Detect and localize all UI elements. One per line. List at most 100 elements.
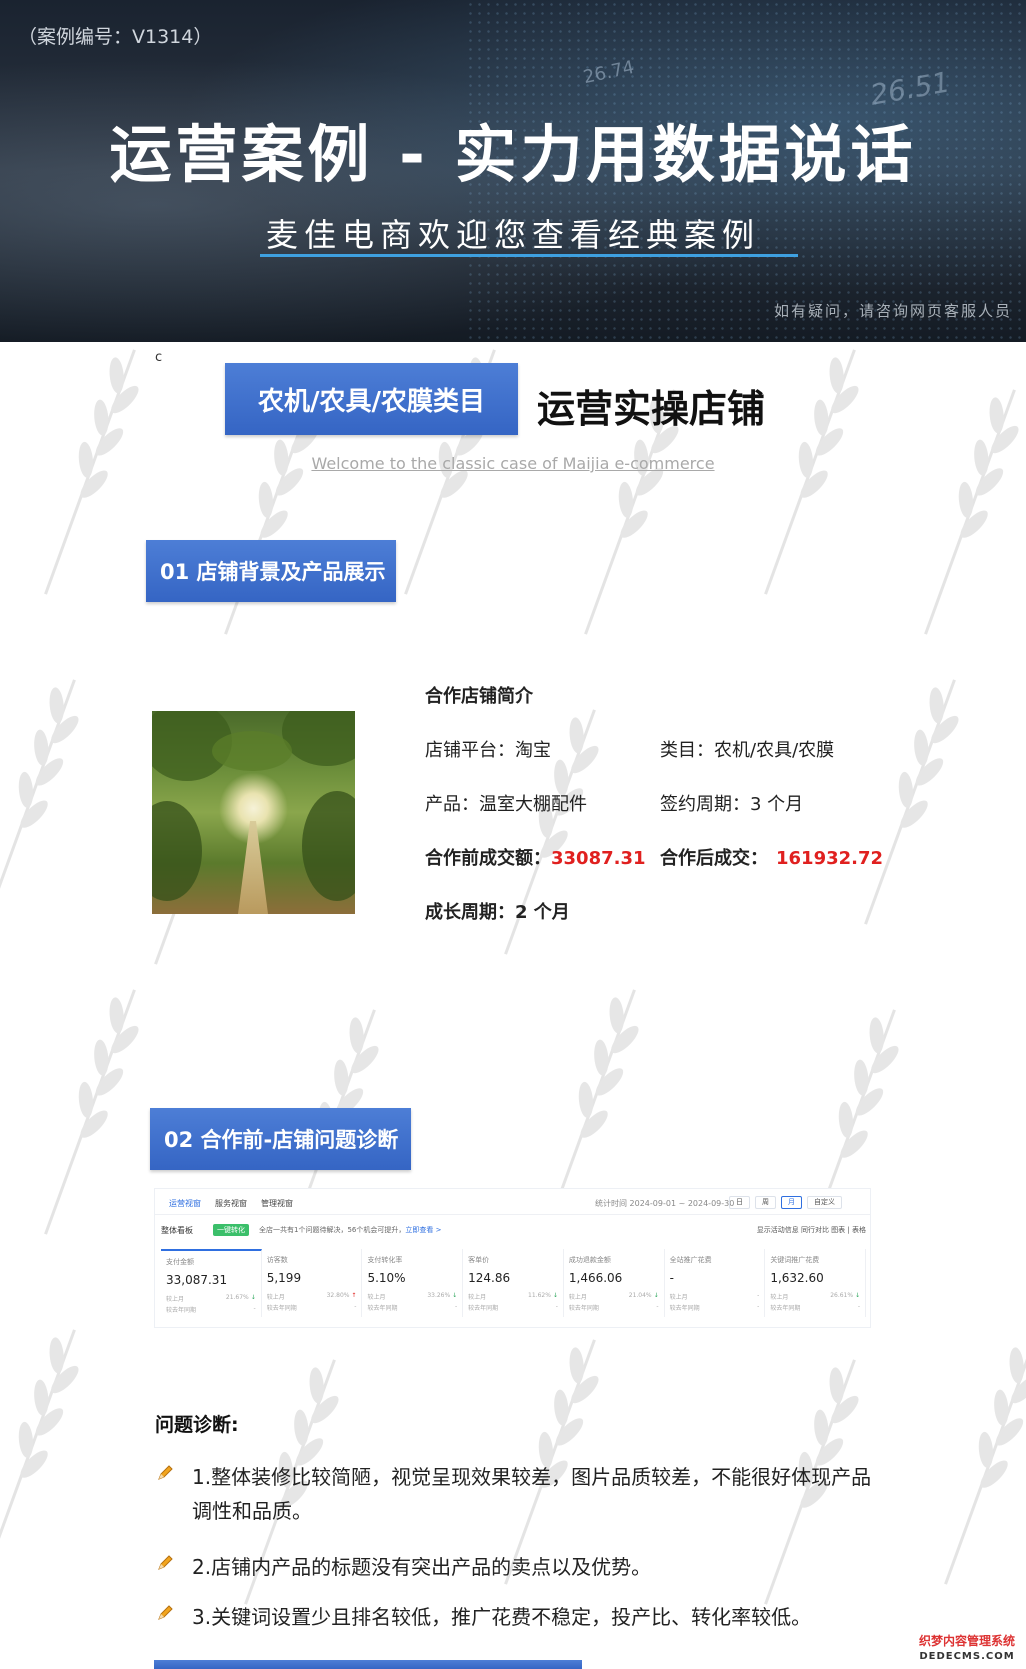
metric-card[interactable]: 关键词推广花费 1,632.60 较上月 26.61% ↓ 较去年同期 - — [765, 1249, 867, 1317]
metric-compare-yoy: 较去年同期 - — [367, 1303, 458, 1312]
metric-value: 124.86 — [468, 1271, 511, 1285]
dashboard-screenshot: 运营视窗 服务视窗 管理视窗 统计时间 2024-09-01 ~ 2024-09… — [154, 1188, 871, 1328]
compare-value: - — [757, 1292, 760, 1299]
compare-value: 33.26% ↓ — [427, 1292, 458, 1299]
corner-logo: 织梦内容管理系统 DEDECMS.COM — [908, 1634, 1026, 1666]
issue-item: 3.关键词设置少且排名较低，推广花费不稳定，投产比、转化率较低。 — [156, 1600, 882, 1634]
metric-compare: 较上月 11.62% ↓ — [468, 1292, 558, 1301]
after-value: 161932.72 — [776, 848, 884, 869]
stat-period: 统计时间 2024-09-01 ~ 2024-09-30 — [595, 1199, 735, 1208]
metric-label: 关键词推广花费 — [770, 1256, 820, 1264]
compare-label: 较去年同期 — [166, 1307, 197, 1314]
compare-value: 21.67% ↓ — [225, 1294, 256, 1301]
board-label: 整体看板 — [161, 1226, 193, 1235]
dashboard-topbar: 运营视窗 服务视窗 管理视窗 统计时间 2024-09-01 ~ 2024-09… — [155, 1189, 870, 1215]
metric-label: 客单价 — [468, 1256, 490, 1264]
convert-badge[interactable]: 一键转化 — [213, 1224, 249, 1236]
metric-label: 访客数 — [266, 1256, 288, 1264]
compare-label: 较上月 — [468, 1294, 487, 1301]
diagnosis-title: 问题诊断: — [155, 1414, 239, 1436]
pencil-icon — [158, 1605, 173, 1620]
hero-banner: 26.74 26.51 （案例编号：V1314） 运营案例 - 实力用数据说话 … — [0, 0, 1026, 342]
metric-card[interactable]: 成功退款金额 1,466.06 较上月 21.04% ↓ 较去年同期 - — [564, 1249, 665, 1317]
compare-label: 较去年同期 — [367, 1305, 398, 1312]
compare-label: 较上月 — [669, 1294, 688, 1301]
info-category: 类目：农机/农具/农膜 — [660, 740, 835, 761]
compare-label: 较去年同期 — [568, 1305, 599, 1312]
metric-compare-yoy: 较去年同期 - — [468, 1303, 558, 1312]
notice-body: 全店一共有1个问题待解决，56个机会可提升， — [259, 1226, 406, 1234]
pill-custom[interactable]: 自定义 — [807, 1196, 842, 1209]
issue-item: 2.店铺内产品的标题没有突出产品的卖点以及优势。 — [156, 1550, 882, 1584]
issue-text: 2.店铺内产品的标题没有突出产品的卖点以及优势。 — [192, 1555, 652, 1579]
compare-value: 21.04% ↓ — [628, 1292, 659, 1299]
metric-compare: 较上月 - — [670, 1292, 760, 1301]
metric-value: 33,087.31 — [166, 1273, 228, 1287]
product-photo — [152, 711, 355, 914]
logo-line-1: 织梦内容管理系统 — [918, 1634, 1015, 1648]
metric-card[interactable]: 访客数 5,199 较上月 32.80% ↑ 较去年同期 - — [262, 1249, 363, 1317]
welcome-line: Welcome to the classic case of Maijia e-… — [311, 454, 715, 473]
metric-value: 5.10% — [367, 1271, 406, 1285]
metric-card[interactable]: 支付转化率 5.10% 较上月 33.26% ↓ 较去年同期 - — [362, 1249, 464, 1317]
compare-label: 较去年同期 — [468, 1305, 499, 1312]
tab-service[interactable]: 服务视窗 — [215, 1198, 247, 1209]
before-label: 合作前成交额： — [425, 848, 551, 869]
before-value: 33087.31 — [551, 848, 646, 869]
compare-label: 较去年同期 — [266, 1305, 297, 1312]
logo-line-2: DEDECMS.COM — [919, 1651, 1015, 1662]
metric-card[interactable]: 客单价 124.86 较上月 11.62% ↓ 较去年同期 - — [463, 1249, 564, 1317]
compare-value: 26.61% ↓ — [830, 1292, 861, 1299]
metric-compare-yoy: 较去年同期 - — [166, 1305, 256, 1314]
metric-label: 成功退款金额 — [568, 1256, 611, 1264]
stray-char: c — [155, 350, 163, 365]
metric-compare: 较上月 21.04% ↓ — [569, 1292, 659, 1301]
info-title: 合作店铺简介 — [425, 686, 533, 707]
notice-link[interactable]: 立即查看 > — [405, 1226, 441, 1234]
pill-week[interactable]: 周 — [755, 1196, 776, 1209]
issue-item: 1.整体装修比较简陋，视觉呈现效果较差，图片品质较差，不能很好体现产品调性和品质… — [156, 1460, 882, 1528]
contact-note: 如有疑问，请咨询网页客服人员 — [773, 302, 1012, 320]
info-before: 合作前成交额：33087.31 — [425, 844, 646, 870]
compare-label: 较上月 — [266, 1294, 285, 1301]
metric-compare-yoy: 较去年同期 - — [568, 1303, 659, 1312]
issue-text: 1.整体装修比较简陋，视觉呈现效果较差，图片品质较差，不能很好体现产品调性和品质… — [192, 1465, 872, 1523]
compare-label: 较上月 — [166, 1296, 185, 1303]
case-number: （案例编号：V1314） — [18, 26, 213, 48]
notice-text: 全店一共有1个问题待解决，56个机会可提升，立即查看 > — [259, 1225, 441, 1235]
metric-label: 支付金额 — [166, 1258, 194, 1266]
banner-title: 运营案例 - 实力用数据说话 — [109, 118, 917, 191]
tab-manage[interactable]: 管理视窗 — [261, 1198, 293, 1209]
subtitle-underline — [260, 254, 798, 257]
next-section-bar — [154, 1660, 582, 1669]
metric-value: 5,199 — [266, 1271, 302, 1285]
metric-card[interactable]: 支付金额 33,087.31 较上月 21.67% ↓ 较去年同期 - — [161, 1249, 262, 1317]
compare-value: 32.80% ↑ — [326, 1292, 357, 1299]
metric-compare-yoy: 较去年同期 - — [669, 1303, 760, 1312]
metric-label: 全站推广花费 — [669, 1256, 712, 1264]
category-box: 农机/农具/农膜类目 — [225, 363, 518, 435]
compare-value: 11.62% ↓ — [528, 1292, 558, 1299]
compare-label: 较去年同期 — [770, 1305, 801, 1312]
issue-text: 3.关键词设置少且排名较低，推广花费不稳定，投产比、转化率较低。 — [192, 1605, 812, 1629]
metric-compare: 较上月 33.26% ↓ — [367, 1292, 457, 1301]
tab-ops[interactable]: 运营视窗 — [169, 1198, 201, 1209]
metric-card[interactable]: 全站推广花费 - 较上月 - 较去年同期 - — [665, 1249, 766, 1317]
compare-label: 较去年同期 — [669, 1305, 700, 1312]
metric-compare-yoy: 较去年同期 - — [266, 1303, 357, 1312]
dashboard-row: 整体看板 一键转化 全店一共有1个问题待解决，56个机会可提升，立即查看 > 显… — [155, 1224, 870, 1241]
metric-compare: 较上月 21.67% ↓ — [166, 1294, 256, 1303]
compare-label: 较上月 — [367, 1294, 386, 1301]
info-growth: 成长周期：2 个月 — [425, 902, 570, 923]
category-heading: 运营实操店铺 — [537, 387, 766, 431]
pill-day[interactable]: 日 — [729, 1196, 750, 1209]
section-2-title: 02 合作前-店铺问题诊断 — [150, 1108, 411, 1170]
info-product: 产品：温室大棚配件 — [425, 794, 587, 815]
compare-label: 较上月 — [568, 1294, 587, 1301]
view-options[interactable]: 显示活动信息 同行对比 图表 | 表格 — [757, 1225, 866, 1235]
metric-label: 支付转化率 — [367, 1256, 403, 1264]
metric-value: - — [669, 1271, 674, 1285]
info-period: 签约周期：3 个月 — [660, 794, 804, 815]
pencil-icon — [158, 1465, 173, 1480]
pill-month[interactable]: 月 — [781, 1196, 802, 1209]
